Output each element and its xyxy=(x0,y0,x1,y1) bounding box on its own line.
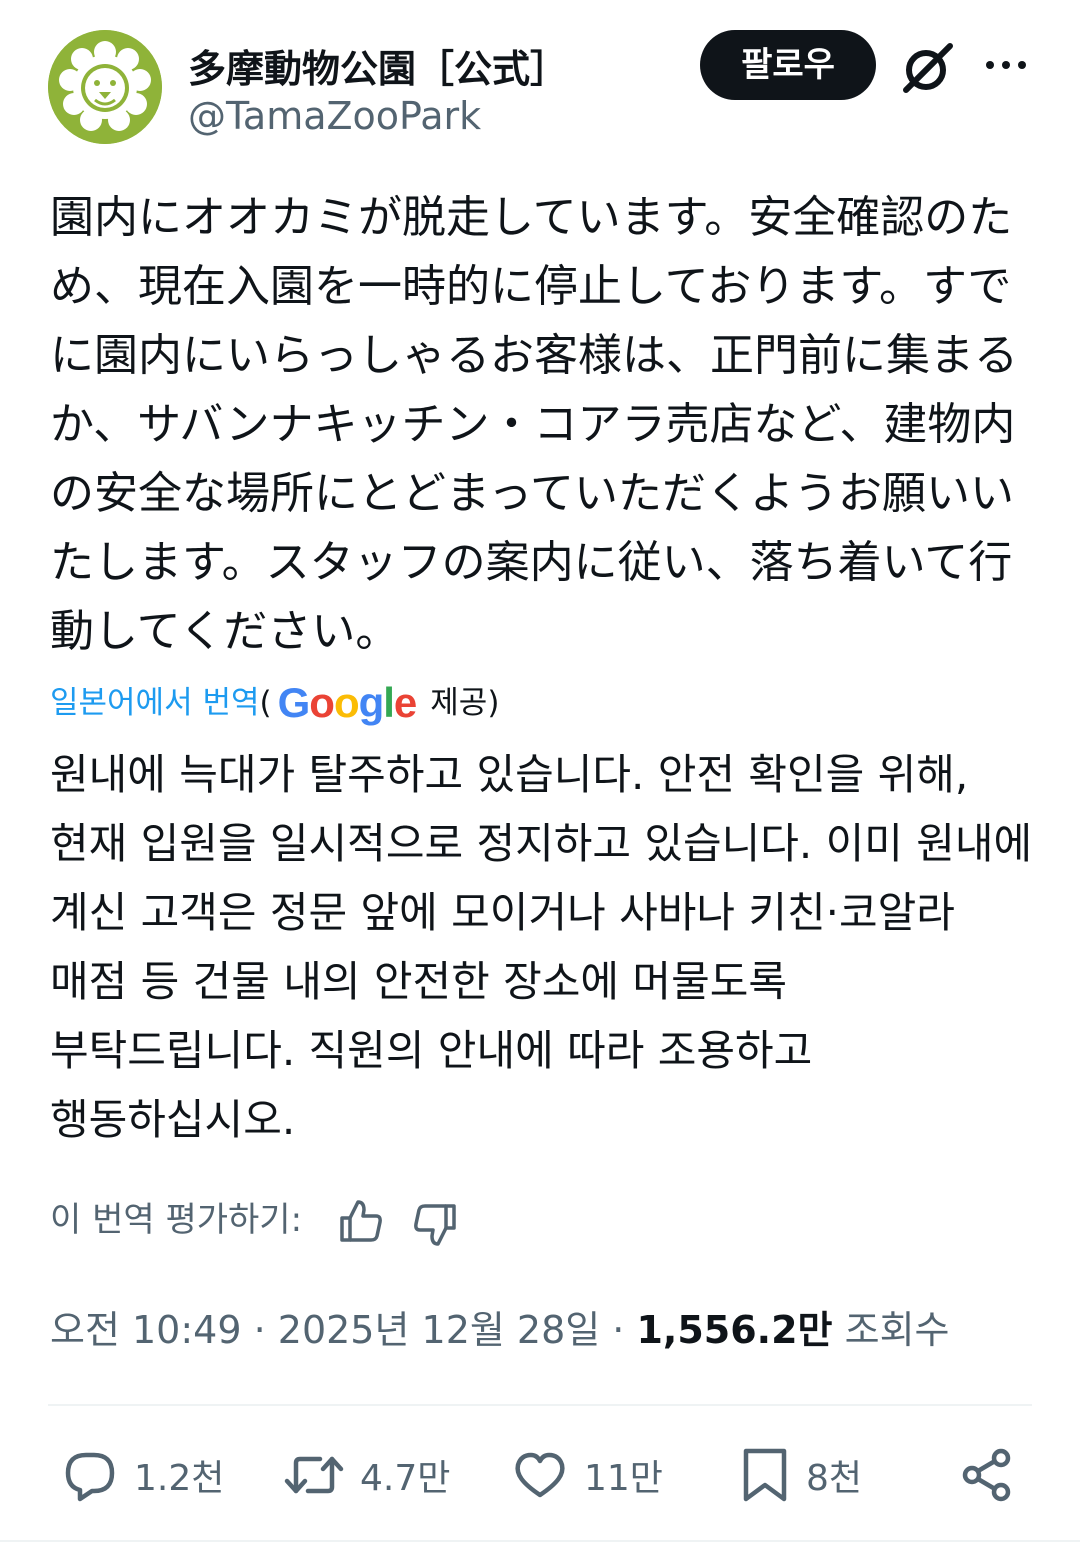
lion-face-icon xyxy=(48,30,162,144)
like-count: 11만 xyxy=(584,1458,663,1499)
meta-separator: · xyxy=(241,1308,278,1352)
display-name[interactable]: 多摩動物公園［公式］ xyxy=(188,38,568,93)
thumbs-down-icon[interactable] xyxy=(410,1200,460,1250)
translate-link[interactable]: 일본어에서 번역 xyxy=(50,685,260,721)
views-label: 조회수 xyxy=(844,1308,950,1352)
google-logo: Google xyxy=(277,679,418,726)
avatar[interactable] xyxy=(48,30,162,144)
post-time[interactable]: 오전 10:49 xyxy=(50,1308,242,1352)
repost-count: 4.7만 xyxy=(360,1458,451,1499)
share-button[interactable] xyxy=(958,1440,1016,1510)
rate-translation: 이 번역 평가하기: xyxy=(50,1192,302,1248)
reply-count: 1.2천 xyxy=(134,1458,225,1499)
share-icon xyxy=(962,1448,1011,1502)
views-count: 1,556.2만 xyxy=(636,1308,833,1352)
translation-attribution: 일본어에서 번역(Google 제공) xyxy=(50,676,750,730)
like-button[interactable]: 11만 xyxy=(512,1440,663,1510)
post-meta: 오전 10:49 · 2025년 12월 28일 · 1,556.2만 조회수 xyxy=(50,1302,950,1358)
user-handle[interactable]: @TamaZooPark xyxy=(188,94,481,138)
translated-text: 원내에 늑대가 탈주하고 있습니다. 안전 확인을 위해, 현재 입원을 일시적… xyxy=(50,750,1033,1144)
more-dots-icon[interactable] xyxy=(984,50,1028,80)
thumbs-up-icon[interactable] xyxy=(336,1196,386,1246)
post-text: 園内にオオカミが脱走しています。安全確認のため、現在入園を一時的に停止しておりま… xyxy=(50,192,1018,657)
bookmark-icon xyxy=(743,1448,787,1502)
meta-separator: · xyxy=(600,1308,637,1352)
paren-close: ) xyxy=(487,685,500,721)
bookmark-button[interactable]: 8천 xyxy=(740,1440,862,1510)
repost-button[interactable]: 4.7만 xyxy=(284,1440,450,1510)
paren-open: ( xyxy=(259,685,272,721)
translate-provided: 제공 xyxy=(430,685,488,721)
rate-label: 이 번역 평가하기: xyxy=(50,1200,303,1240)
post-header: 多摩動物公園［公式］ @TamaZooPark 팔로우 xyxy=(48,30,1038,150)
heart-icon xyxy=(515,1452,565,1498)
divider xyxy=(48,1404,1032,1406)
bookmark-count: 8천 xyxy=(806,1458,863,1499)
post-date[interactable]: 2025년 12월 28일 xyxy=(278,1308,600,1352)
follow-button[interactable]: 팔로우 xyxy=(700,30,876,100)
repost-icon xyxy=(284,1456,344,1494)
action-bar: 1.2천 4.7만 11만 8천 xyxy=(0,1440,1080,1510)
grok-icon[interactable] xyxy=(900,40,956,96)
reply-bubble-icon xyxy=(65,1452,115,1502)
divider xyxy=(0,1540,1080,1542)
reply-button[interactable]: 1.2천 xyxy=(62,1440,224,1510)
